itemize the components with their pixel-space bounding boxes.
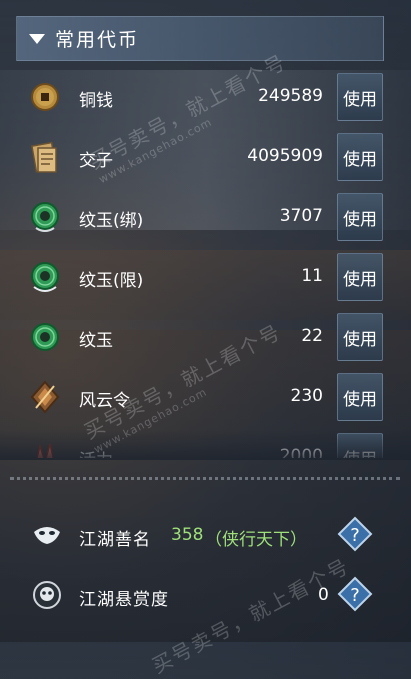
skull-emblem-icon (33, 581, 61, 609)
jade-limited-icon (31, 262, 59, 292)
currency-name: 风云令 (79, 391, 130, 411)
jade-icon (31, 323, 59, 351)
currency-row-jade: 纹玉 22 使用 (0, 308, 411, 368)
currency-list[interactable]: 铜钱 249589 使用 交子 4095909 使用 纹玉(绑) 3707 使用 (0, 68, 411, 458)
currency-name: 交子 (79, 151, 113, 171)
svg-text:?: ? (350, 525, 360, 546)
currency-row-jade-bound: 纹玉(绑) 3707 使用 (0, 188, 411, 248)
currency-amount: 4095909 (247, 146, 323, 166)
reputation-value: 358 (171, 525, 204, 545)
question-icon[interactable]: ? (337, 516, 373, 552)
mask-icon (34, 527, 60, 544)
list-fade (0, 430, 411, 460)
currency-amount: 249589 (258, 86, 323, 106)
use-button[interactable]: 使用 (337, 73, 383, 121)
reputation-row: 江湖善名 358 （侠行天下） ? (0, 512, 411, 562)
reputation-label: 江湖善名 (79, 530, 151, 550)
question-icon[interactable]: ? (337, 576, 373, 612)
bounty-label: 江湖悬赏度 (79, 590, 169, 610)
use-button[interactable]: 使用 (337, 133, 383, 181)
copper-coin-icon (31, 83, 59, 111)
dotted-divider (10, 477, 400, 480)
currency-name: 纹玉(限) (79, 271, 144, 291)
currency-amount: 11 (301, 266, 323, 286)
fengyun-token-icon (30, 380, 60, 414)
currency-row-jiaozi: 交子 4095909 使用 (0, 128, 411, 188)
currency-name: 铜钱 (79, 91, 113, 111)
use-button[interactable]: 使用 (337, 253, 383, 301)
currency-row-copper: 铜钱 249589 使用 (0, 68, 411, 128)
currency-row-jade-limited: 纹玉(限) 11 使用 (0, 248, 411, 308)
currency-row-fengyun: 风云令 230 使用 (0, 368, 411, 428)
currency-name: 纹玉(绑) (79, 211, 144, 231)
section-header-common-tokens[interactable]: 常用代币 (16, 16, 384, 61)
currency-amount: 22 (301, 326, 323, 346)
currency-amount: 3707 (279, 206, 323, 226)
currency-amount: 230 (290, 386, 323, 406)
currency-name: 纹玉 (79, 331, 113, 351)
section-title: 常用代币 (55, 29, 140, 51)
bounty-row: 江湖悬赏度 0 ? (0, 572, 411, 622)
use-button[interactable]: 使用 (337, 193, 383, 241)
jade-bound-icon (31, 202, 59, 232)
use-button[interactable]: 使用 (337, 313, 383, 361)
bounty-value: 0 (318, 585, 329, 605)
collapse-triangle-icon[interactable] (29, 33, 45, 44)
use-button[interactable]: 使用 (337, 373, 383, 421)
paper-money-icon (31, 141, 57, 173)
svg-text:?: ? (350, 585, 360, 606)
reputation-rank: （侠行天下） (205, 530, 307, 550)
